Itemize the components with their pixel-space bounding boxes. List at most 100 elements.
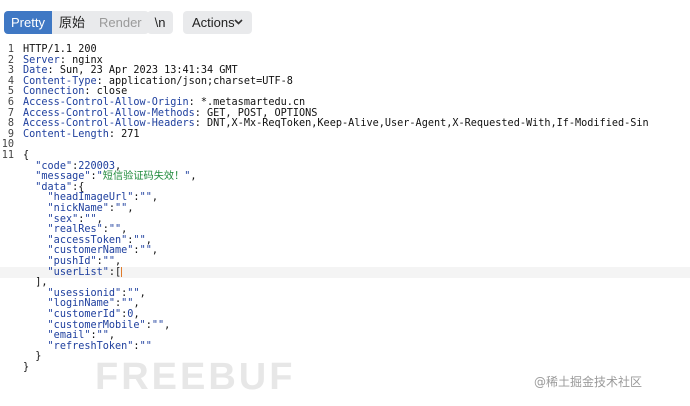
line-number: 5 <box>7 86 14 98</box>
code-line: 1 HTTP/1.1 200 <box>0 44 690 55</box>
line-content: Access-Control-Allow-Origin: *.metasmart… <box>23 97 305 108</box>
line-content: Date: Sun, 23 Apr 2023 13:41:34 GMT <box>23 65 238 76</box>
code-line: 5 Connection: close <box>0 86 690 97</box>
json-key: "accessToken" <box>47 234 128 246</box>
json-key: "data" <box>35 181 73 193</box>
header-value: DNT,X-Mx-ReqToken,Keep-Alive,User-Agent,… <box>200 118 649 130</box>
json-number: 220003 <box>78 160 116 172</box>
code-line: 11 { <box>0 150 690 161</box>
line-content: } <box>23 362 29 373</box>
header-value: nginx <box>65 54 103 66</box>
punctuation: , <box>151 192 158 204</box>
line-content: "message":"短信验证码失效！", <box>23 171 197 183</box>
code-line: 2 Server: nginx <box>0 55 690 66</box>
line-content: HTTP/1.1 200 <box>23 44 97 55</box>
header-value: application/json;charset=UTF-8 <box>102 75 293 87</box>
actions-dropdown[interactable]: Actions <box>183 11 252 34</box>
code-line: "refreshToken":"" <box>0 341 690 352</box>
punctuation: , <box>108 330 116 342</box>
tab-pretty[interactable]: Pretty <box>4 11 52 34</box>
code-line: 3 Date: Sun, 23 Apr 2023 13:41:34 GMT <box>0 65 690 76</box>
punctuation: , <box>127 203 134 214</box>
punctuation: { <box>78 181 85 193</box>
header-value: GET, POST, OPTIONS <box>200 107 318 119</box>
code-line: "loginName":"", <box>0 298 690 309</box>
json-string: 短信验证码失效！ <box>102 171 185 183</box>
actions-label: Actions <box>192 15 235 30</box>
line-content: "customerMobile":"", <box>23 319 171 331</box>
source-badge: @稀土掘金技术社区 <box>534 375 643 389</box>
line-content: Connection: close <box>23 86 127 97</box>
punctuation: , <box>96 213 103 225</box>
line-content: "code":220003, <box>23 161 121 172</box>
line-number: 3 <box>7 65 14 77</box>
bracket: } <box>35 351 42 363</box>
punctuation: , <box>190 171 197 183</box>
header-value: Sun, 23 Apr 2023 13:41:34 GMT <box>53 65 238 77</box>
view-mode-tabs: Pretty 原始 Render <box>4 11 149 34</box>
line-number: 9 <box>7 128 14 140</box>
tab-raw[interactable]: 原始 <box>52 11 92 34</box>
header-name: Access-Control-Allow-Headers <box>23 118 195 130</box>
line-number: 4 <box>7 75 14 87</box>
code-line: "customerId":0, <box>0 309 690 320</box>
punctuation: , <box>164 319 171 331</box>
json-key: "headImageUrl" <box>47 192 134 204</box>
code-line: "customerMobile":"", <box>0 320 690 331</box>
line-content: Content-Type: application/json;charset=U… <box>23 76 293 87</box>
header-value: close <box>90 86 128 98</box>
line-content: } <box>23 351 41 362</box>
line-content: "email":"", <box>23 330 116 342</box>
line-content: "pushId":"", <box>23 256 122 267</box>
line-content: "customerId":0, <box>23 309 140 320</box>
line-number: 8 <box>7 118 14 130</box>
bracket: ], <box>35 277 48 289</box>
code-line: "headImageUrl":"", <box>0 192 690 203</box>
tab-render[interactable]: Render <box>92 11 149 34</box>
code-line: "accessToken":"", <box>0 235 690 246</box>
code-line: "email":"", <box>0 330 690 341</box>
json-key: "customerId" <box>47 309 122 320</box>
line-content: Content-Length: 271 <box>23 129 140 140</box>
code-line: "usessionid":"", <box>0 288 690 299</box>
punctuation: , <box>115 256 122 267</box>
response-editor[interactable]: 1 HTTP/1.1 200 2 Server: nginx 3 Date: Sun, 2… <box>0 44 690 406</box>
line-content: "sex":"", <box>23 214 103 225</box>
bracket: } <box>23 362 30 373</box>
punctuation: , <box>139 287 146 299</box>
code-line: "code":220003, <box>0 161 690 172</box>
json-key: "refreshToken" <box>47 340 134 352</box>
code-line: 7 Access-Control-Allow-Methods: GET, POST… <box>0 108 690 119</box>
code-line: "sex":"", <box>0 214 690 225</box>
json-key: "usessionid" <box>47 287 122 299</box>
newline-toggle-button[interactable]: \n <box>147 11 173 34</box>
chevron-down-icon <box>234 19 243 25</box>
line-content: "userList":[ <box>23 266 123 278</box>
json-key: "loginName" <box>47 298 116 310</box>
json-key: "sex" <box>47 213 79 225</box>
line-content: Access-Control-Allow-Headers: DNT,X-Mx-R… <box>23 118 649 129</box>
header-name: Content-Type <box>23 75 97 87</box>
line-content: { <box>23 150 29 161</box>
code-line: "pushId":"", <box>0 256 690 267</box>
line-content: "customerName":"", <box>23 245 158 256</box>
line-number: 11 <box>1 150 14 161</box>
bracket: { <box>23 150 30 161</box>
line-content: "headImageUrl":"", <box>23 192 158 203</box>
line-content: "nickName":"", <box>23 203 134 214</box>
punctuation: , <box>133 309 140 320</box>
json-key: "userList" <box>47 266 109 278</box>
code-line: 10 <box>0 139 690 150</box>
